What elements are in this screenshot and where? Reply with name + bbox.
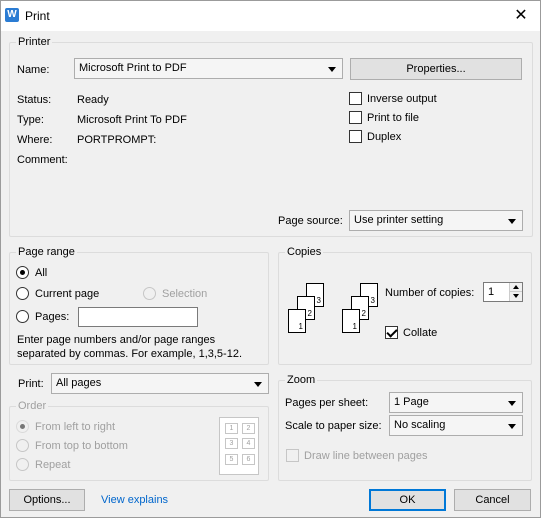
copy-pages-icon: 3 2 1 xyxy=(288,283,324,335)
order-cell: 4 xyxy=(242,438,255,449)
page-source-value: Use printer setting xyxy=(354,214,444,226)
page-range-help-line2: separated by commas. For example, 1,3,5-… xyxy=(17,348,242,360)
pages-input[interactable] xyxy=(78,307,198,327)
window-title: Print xyxy=(25,9,50,23)
left-to-right-label: From left to right xyxy=(35,421,116,433)
order-cell: 1 xyxy=(225,423,238,434)
left-to-right-radio[interactable] xyxy=(16,420,29,433)
title-bar: W Print ✕ xyxy=(1,1,540,31)
current-page-radio[interactable] xyxy=(16,287,29,300)
page-source-select[interactable]: Use printer setting xyxy=(349,210,523,231)
ok-button[interactable]: OK xyxy=(369,489,446,511)
all-radio[interactable] xyxy=(16,266,29,279)
draw-lines-checkbox[interactable] xyxy=(286,449,299,462)
printer-name-select[interactable]: Microsoft Print to PDF xyxy=(74,58,343,79)
cancel-button[interactable]: Cancel xyxy=(454,489,531,511)
order-cell: 3 xyxy=(225,438,238,449)
inverse-output-label: Inverse output xyxy=(367,93,437,105)
type-value: Microsoft Print To PDF xyxy=(77,114,187,126)
chevron-down-icon xyxy=(254,382,262,387)
wps-writer-icon: W xyxy=(5,8,19,22)
pages-per-sheet-select[interactable]: 1 Page xyxy=(389,392,523,413)
duplex-checkbox[interactable] xyxy=(349,130,362,143)
number-of-copies-value: 1 xyxy=(488,286,495,298)
collate-pages-icon: 3 2 1 xyxy=(342,283,378,335)
print-to-file-label: Print to file xyxy=(367,112,419,124)
type-label: Type: xyxy=(17,114,44,126)
current-page-label: Current page xyxy=(35,288,100,300)
repeat-radio[interactable] xyxy=(16,458,29,471)
print-label: Print: xyxy=(18,378,44,390)
order-preview: 1 2 3 4 5 6 xyxy=(219,417,259,475)
page-icon: 1 xyxy=(342,309,360,333)
page-range-group-label: Page range xyxy=(16,246,77,258)
close-icon[interactable]: ✕ xyxy=(510,5,532,27)
duplex-label: Duplex xyxy=(367,131,402,143)
status-value: Ready xyxy=(77,94,109,106)
print-what-select[interactable]: All pages xyxy=(51,373,269,394)
copies-group-label: Copies xyxy=(285,246,324,258)
page-range-help-line1: Enter page numbers and/or page ranges xyxy=(17,334,216,346)
repeat-label: Repeat xyxy=(35,459,71,471)
collate-label: Collate xyxy=(403,327,438,339)
order-cell: 6 xyxy=(242,454,255,465)
print-what-value: All pages xyxy=(56,377,102,389)
scale-to-paper-select[interactable]: No scaling xyxy=(389,415,523,436)
pages-radio[interactable] xyxy=(16,310,29,323)
zoom-group-label: Zoom xyxy=(285,374,318,386)
where-label: Where: xyxy=(17,134,53,146)
top-to-bottom-radio[interactable] xyxy=(16,439,29,452)
where-value: PORTPROMPT: xyxy=(77,134,157,146)
all-label: All xyxy=(35,267,48,279)
scale-to-paper-label: Scale to paper size: xyxy=(285,420,382,432)
collate-checkbox[interactable] xyxy=(385,326,398,339)
print-dialog: W Print ✕ Printer Name: Microsoft Print … xyxy=(0,0,541,518)
top-to-bottom-label: From top to bottom xyxy=(35,440,128,452)
page-source-label: Page source: xyxy=(278,215,343,227)
chevron-down-icon xyxy=(328,67,336,72)
printer-group-label: Printer xyxy=(16,36,53,48)
options-button[interactable]: Options... xyxy=(9,489,85,511)
number-of-copies-stepper[interactable]: 1 xyxy=(483,282,523,302)
order-cell: 5 xyxy=(225,454,238,465)
pages-per-sheet-value: 1 Page xyxy=(394,396,429,408)
status-label: Status: xyxy=(17,94,52,106)
printer-name-value: Microsoft Print to PDF xyxy=(79,62,187,74)
pages-per-sheet-label: Pages per sheet: xyxy=(285,397,369,409)
chevron-down-icon xyxy=(508,424,516,429)
inverse-output-checkbox[interactable] xyxy=(349,92,362,105)
spin-up-icon[interactable] xyxy=(509,283,522,292)
chevron-down-icon xyxy=(508,219,516,224)
selection-radio[interactable] xyxy=(143,287,156,300)
name-label: Name: xyxy=(17,64,50,76)
number-of-copies-label: Number of copies: xyxy=(385,287,475,299)
pages-label: Pages: xyxy=(35,311,70,323)
spin-down-icon[interactable] xyxy=(509,292,522,301)
view-explains-link[interactable]: View explains xyxy=(101,494,168,506)
order-group-label: Order xyxy=(16,400,49,412)
page-icon: 1 xyxy=(288,309,306,333)
print-to-file-checkbox[interactable] xyxy=(349,111,362,124)
draw-lines-label: Draw line between pages xyxy=(304,450,428,462)
comment-label: Comment: xyxy=(17,154,68,166)
order-cell: 2 xyxy=(242,423,255,434)
properties-button[interactable]: Properties... xyxy=(350,58,522,80)
scale-to-paper-value: No scaling xyxy=(394,419,446,431)
selection-label: Selection xyxy=(162,288,208,300)
chevron-down-icon xyxy=(508,401,516,406)
